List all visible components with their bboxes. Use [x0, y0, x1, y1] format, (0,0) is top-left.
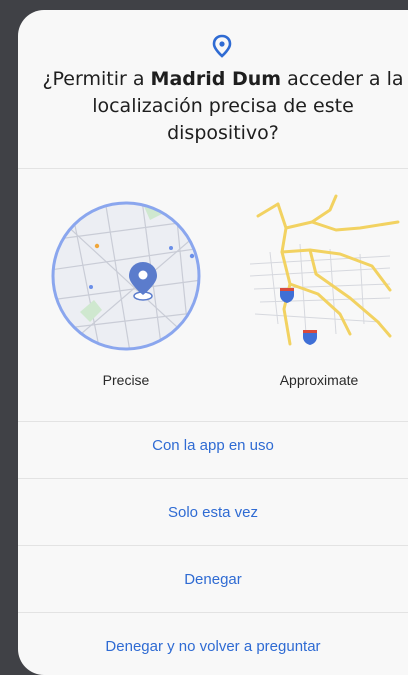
title-prefix: ¿Permitir a: [42, 68, 151, 90]
deny-dont-ask-button[interactable]: Denegar y no volver a preguntar: [18, 613, 408, 675]
deny-button[interactable]: Denegar: [18, 546, 408, 613]
approximate-map-icon[interactable]: [240, 194, 400, 354]
allow-once-button[interactable]: Solo esta vez: [18, 479, 408, 546]
dialog-header: ¿Permitir a Madrid Dum acceder a la loca…: [18, 10, 408, 169]
allow-while-using-button[interactable]: Con la app en uso: [18, 412, 408, 479]
permission-dialog: ¿Permitir a Madrid Dum acceder a la loca…: [18, 10, 408, 675]
app-name: Madrid Dum: [150, 68, 282, 90]
location-accuracy-selector: Precise Approximate: [18, 169, 408, 422]
precise-map-icon[interactable]: [50, 200, 202, 352]
approximate-label: Approximate: [279, 372, 359, 388]
precise-label: Precise: [102, 372, 150, 388]
location-pin-icon: [212, 34, 232, 58]
dialog-title: ¿Permitir a Madrid Dum acceder a la loca…: [38, 66, 408, 147]
